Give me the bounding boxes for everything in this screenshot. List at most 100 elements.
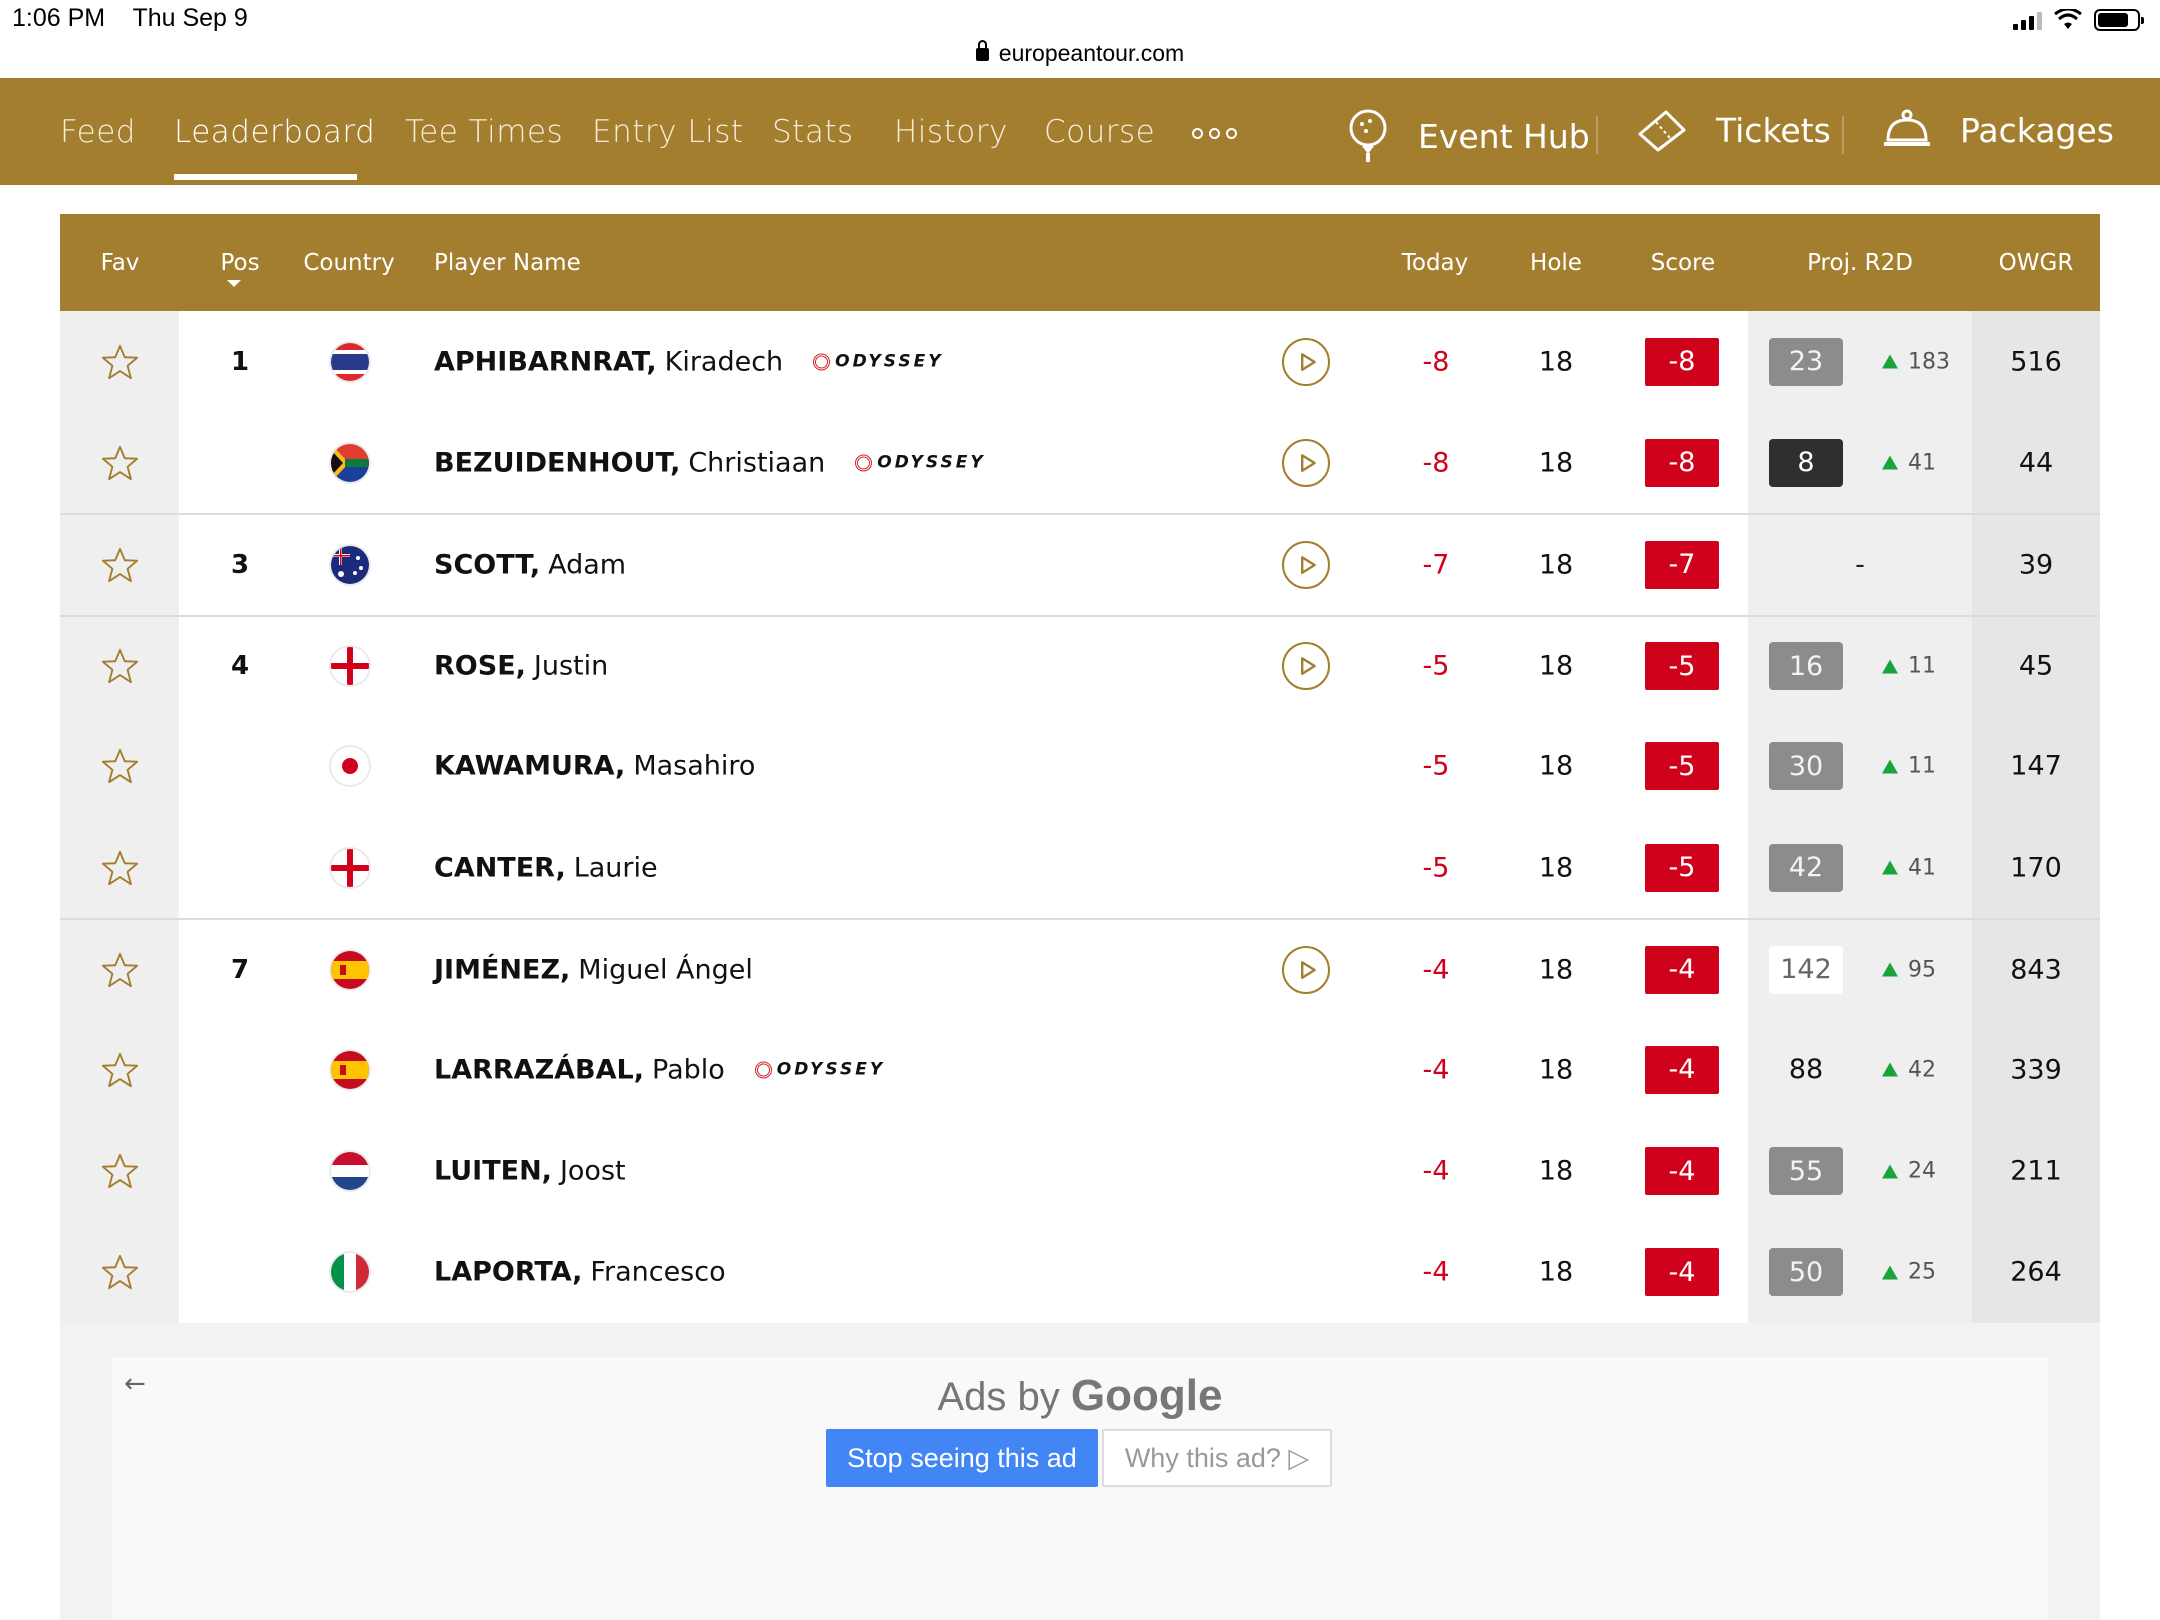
proj-r2d-value: 55: [1769, 1147, 1843, 1196]
header-today[interactable]: Today: [1402, 250, 1469, 276]
favorite-star-icon[interactable]: [101, 951, 139, 989]
owgr-rank: 211: [2010, 1155, 2062, 1187]
player-name-link[interactable]: LAPORTA, Francesco: [434, 1257, 726, 1288]
why-this-ad-button[interactable]: Why this ad? ▷: [1102, 1429, 1332, 1487]
table-row[interactable]: 3 SCOTT, Adam -7 18 -7 - 39: [60, 513, 2100, 615]
leaderboard-table: Fav Pos Country Player Name Today Hole S…: [60, 214, 2100, 1325]
table-row[interactable]: 1 APHIBARNRAT, Kiradech ODYSSEY -8 18 -8 23 183 5…: [60, 311, 2100, 413]
player-name-link[interactable]: BEZUIDENHOUT, Christiaan ODYSSEY: [434, 447, 986, 478]
favorite-star-icon[interactable]: [101, 1051, 139, 1089]
play-video-icon[interactable]: [1282, 540, 1330, 589]
packages-link[interactable]: Packages: [1882, 108, 2114, 152]
table-row[interactable]: 7 JIMÉNEZ, Miguel Ángel -4 18 -4 142 95 843: [60, 918, 2100, 1020]
nav-entry-list[interactable]: Entry List: [592, 114, 744, 150]
table-row[interactable]: LUITEN, Joost -4 18 -4 55 24 211: [60, 1120, 2100, 1222]
ad-panel: ← Ads by Google Stop seeing this ad Why …: [112, 1357, 2048, 1620]
nav-history[interactable]: History: [894, 114, 1008, 150]
country-flag-icon: [331, 647, 369, 686]
packages-label: Packages: [1960, 110, 2114, 150]
play-video-icon[interactable]: [1282, 438, 1330, 487]
up-arrow-icon: [1882, 659, 1898, 674]
event-hub-link[interactable]: Event Hub: [1346, 108, 1590, 164]
player-name-link[interactable]: JIMÉNEZ, Miguel Ángel: [434, 954, 753, 985]
player-first-name: Masahiro: [633, 750, 756, 782]
table-row[interactable]: BEZUIDENHOUT, Christiaan ODYSSEY -8 18 -8 8 41 4…: [60, 412, 2100, 514]
player-name-link[interactable]: CANTER, Laurie: [434, 852, 658, 883]
player-name-link[interactable]: KAWAMURA, Masahiro: [434, 751, 755, 782]
table-row[interactable]: CANTER, Laurie -5 18 -5 42 41 170: [60, 816, 2100, 919]
header-player-name[interactable]: Player Name: [434, 250, 581, 276]
header-pos[interactable]: Pos: [220, 250, 259, 276]
player-first-name: Miguel Ángel: [578, 954, 753, 986]
player-name-link[interactable]: APHIBARNRAT, Kiradech ODYSSEY: [434, 346, 944, 377]
table-row[interactable]: 4 ROSE, Justin -5 18 -5 16 11 45: [60, 614, 2100, 716]
hole: 18: [1538, 1256, 1574, 1288]
proj-r2d-value: 8: [1769, 438, 1843, 487]
favorite-star-icon[interactable]: [101, 546, 139, 584]
odyssey-logo: ODYSSEY: [813, 352, 943, 372]
play-video-icon[interactable]: [1282, 337, 1330, 386]
proj-r2d-value: 16: [1769, 642, 1843, 691]
favorite-star-icon[interactable]: [101, 747, 139, 785]
favorite-star-icon[interactable]: [101, 1253, 139, 1291]
player-last-name: KAWAMURA,: [434, 750, 626, 782]
proj-r2d-value: 88: [1788, 1054, 1824, 1086]
nav-tee-times[interactable]: Tee Times: [405, 114, 563, 150]
ads-by-google: Ads by Google: [937, 1371, 1223, 1420]
today-score: -4: [1422, 1256, 1450, 1288]
hole: 18: [1538, 852, 1574, 884]
position-movement: 183: [1882, 349, 1950, 374]
player-first-name: Laurie: [573, 852, 658, 884]
tickets-link[interactable]: Tickets: [1636, 108, 1831, 152]
header-country[interactable]: Country: [303, 250, 394, 276]
today-score: -8: [1422, 447, 1450, 479]
table-row[interactable]: KAWAMURA, Masahiro -5 18 -5 30 11 147: [60, 715, 2100, 817]
country-flag-icon: [331, 747, 369, 786]
header-score[interactable]: Score: [1651, 250, 1715, 276]
header-fav: Fav: [100, 250, 140, 276]
today-score: -4: [1422, 1155, 1450, 1187]
player-first-name: Justin: [533, 650, 609, 682]
table-row[interactable]: LARRAZÁBAL, Pablo ODYSSEY -4 18 -4 88 42 339: [60, 1019, 2100, 1121]
stop-seeing-ad-button[interactable]: Stop seeing this ad: [826, 1429, 1098, 1487]
address-bar[interactable]: europeantour.com: [0, 40, 2160, 67]
header-proj-r2d[interactable]: Proj. R2D: [1807, 250, 1913, 276]
position-movement: 41: [1882, 450, 1936, 475]
owgr-rank: 39: [2018, 549, 2054, 581]
header-hole[interactable]: Hole: [1530, 250, 1582, 276]
play-video-icon[interactable]: [1282, 642, 1330, 691]
up-arrow-icon: [1882, 1062, 1898, 1077]
odyssey-ring-icon: [754, 1061, 772, 1079]
player-name-link[interactable]: SCOTT, Adam: [434, 549, 626, 580]
nav-course[interactable]: Course: [1044, 114, 1155, 150]
up-arrow-icon: [1882, 759, 1898, 774]
more-menu-icon[interactable]: [1192, 128, 1237, 139]
nav-feed[interactable]: Feed: [60, 114, 136, 150]
play-outline-icon: ▷: [1288, 1442, 1310, 1473]
player-name-link[interactable]: LARRAZÁBAL, Pablo ODYSSEY: [434, 1054, 885, 1085]
favorite-star-icon[interactable]: [101, 647, 139, 685]
odyssey-ring-icon: [813, 353, 831, 371]
hole: 18: [1538, 650, 1574, 682]
favorite-star-icon[interactable]: [101, 444, 139, 482]
player-name-link[interactable]: ROSE, Justin: [434, 651, 608, 682]
play-video-icon[interactable]: [1282, 945, 1330, 994]
owgr-rank: 843: [2010, 954, 2062, 986]
proj-r2d-value: 42: [1769, 843, 1843, 892]
hole: 18: [1538, 346, 1574, 378]
owgr-rank: 45: [2018, 650, 2054, 682]
favorite-star-icon[interactable]: [101, 849, 139, 887]
nav-stats[interactable]: Stats: [772, 114, 854, 150]
player-name-link[interactable]: LUITEN, Joost: [434, 1156, 626, 1187]
table-body: 1 APHIBARNRAT, Kiradech ODYSSEY -8 18 -8 23 183 5…: [60, 311, 2100, 1323]
owgr-rank: 264: [2010, 1256, 2062, 1288]
owgr-rank: 339: [2010, 1054, 2062, 1086]
country-flag-icon: [331, 1050, 369, 1089]
favorite-star-icon[interactable]: [101, 1152, 139, 1190]
player-first-name: Kiradech: [664, 346, 784, 378]
table-row[interactable]: LAPORTA, Francesco -4 18 -4 50 25 264: [60, 1221, 2100, 1323]
today-score: -7: [1422, 549, 1450, 581]
favorite-star-icon[interactable]: [101, 343, 139, 381]
nav-leaderboard[interactable]: Leaderboard: [174, 114, 375, 150]
header-owgr[interactable]: OWGR: [1999, 250, 2074, 276]
